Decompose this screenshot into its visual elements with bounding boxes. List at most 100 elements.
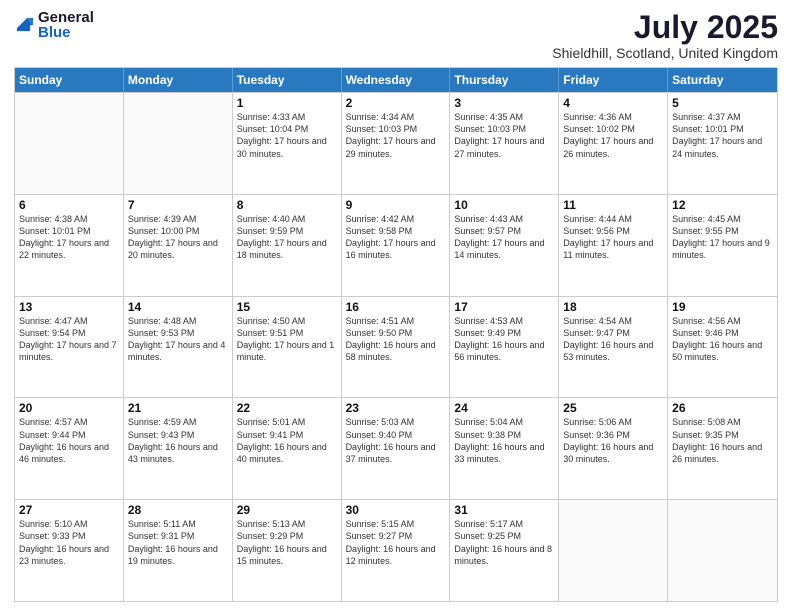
day-number: 23 [346,401,446,415]
calendar-day-13: 13Sunrise: 4:47 AM Sunset: 9:54 PM Dayli… [15,297,124,398]
calendar-day-31: 31Sunrise: 5:17 AM Sunset: 9:25 PM Dayli… [450,500,559,601]
calendar-body: 1Sunrise: 4:33 AM Sunset: 10:04 PM Dayli… [15,92,777,601]
day-number: 3 [454,96,554,110]
day-info: Sunrise: 4:40 AM Sunset: 9:59 PM Dayligh… [237,213,337,262]
day-info: Sunrise: 4:43 AM Sunset: 9:57 PM Dayligh… [454,213,554,262]
day-number: 24 [454,401,554,415]
calendar-day-11: 11Sunrise: 4:44 AM Sunset: 9:56 PM Dayli… [559,195,668,296]
calendar-day-14: 14Sunrise: 4:48 AM Sunset: 9:53 PM Dayli… [124,297,233,398]
day-number: 30 [346,503,446,517]
day-info: Sunrise: 4:50 AM Sunset: 9:51 PM Dayligh… [237,315,337,364]
logo-text: General Blue [38,10,94,40]
day-number: 5 [672,96,773,110]
calendar-day-7: 7Sunrise: 4:39 AM Sunset: 10:00 PM Dayli… [124,195,233,296]
calendar-day-17: 17Sunrise: 4:53 AM Sunset: 9:49 PM Dayli… [450,297,559,398]
calendar-day-29: 29Sunrise: 5:13 AM Sunset: 9:29 PM Dayli… [233,500,342,601]
day-header-monday: Monday [124,68,233,92]
calendar-day-9: 9Sunrise: 4:42 AM Sunset: 9:58 PM Daylig… [342,195,451,296]
calendar: SundayMondayTuesdayWednesdayThursdayFrid… [14,67,778,602]
calendar-week-5: 27Sunrise: 5:10 AM Sunset: 9:33 PM Dayli… [15,499,777,601]
day-number: 9 [346,198,446,212]
calendar-day-4: 4Sunrise: 4:36 AM Sunset: 10:02 PM Dayli… [559,93,668,194]
day-info: Sunrise: 4:39 AM Sunset: 10:00 PM Daylig… [128,213,228,262]
calendar-day-27: 27Sunrise: 5:10 AM Sunset: 9:33 PM Dayli… [15,500,124,601]
day-number: 12 [672,198,773,212]
day-header-sunday: Sunday [15,68,124,92]
calendar-day-22: 22Sunrise: 5:01 AM Sunset: 9:41 PM Dayli… [233,398,342,499]
calendar-week-3: 13Sunrise: 4:47 AM Sunset: 9:54 PM Dayli… [15,296,777,398]
day-header-thursday: Thursday [450,68,559,92]
calendar-day-30: 30Sunrise: 5:15 AM Sunset: 9:27 PM Dayli… [342,500,451,601]
calendar-day-26: 26Sunrise: 5:08 AM Sunset: 9:35 PM Dayli… [668,398,777,499]
day-info: Sunrise: 4:34 AM Sunset: 10:03 PM Daylig… [346,111,446,160]
calendar-header: SundayMondayTuesdayWednesdayThursdayFrid… [15,68,777,92]
calendar-day-empty [668,500,777,601]
calendar-day-12: 12Sunrise: 4:45 AM Sunset: 9:55 PM Dayli… [668,195,777,296]
day-info: Sunrise: 4:44 AM Sunset: 9:56 PM Dayligh… [563,213,663,262]
day-info: Sunrise: 5:13 AM Sunset: 9:29 PM Dayligh… [237,518,337,567]
day-info: Sunrise: 5:11 AM Sunset: 9:31 PM Dayligh… [128,518,228,567]
calendar-day-21: 21Sunrise: 4:59 AM Sunset: 9:43 PM Dayli… [124,398,233,499]
day-info: Sunrise: 4:37 AM Sunset: 10:01 PM Daylig… [672,111,773,160]
day-number: 20 [19,401,119,415]
day-number: 17 [454,300,554,314]
logo-blue: Blue [38,25,94,40]
day-info: Sunrise: 5:08 AM Sunset: 9:35 PM Dayligh… [672,416,773,465]
calendar-week-4: 20Sunrise: 4:57 AM Sunset: 9:44 PM Dayli… [15,397,777,499]
day-number: 29 [237,503,337,517]
calendar-week-1: 1Sunrise: 4:33 AM Sunset: 10:04 PM Dayli… [15,92,777,194]
calendar-day-24: 24Sunrise: 5:04 AM Sunset: 9:38 PM Dayli… [450,398,559,499]
day-info: Sunrise: 4:42 AM Sunset: 9:58 PM Dayligh… [346,213,446,262]
header: General Blue July 2025 Shieldhill, Scotl… [14,10,778,61]
logo-icon [14,12,36,34]
calendar-week-2: 6Sunrise: 4:38 AM Sunset: 10:01 PM Dayli… [15,194,777,296]
day-info: Sunrise: 4:35 AM Sunset: 10:03 PM Daylig… [454,111,554,160]
calendar-day-25: 25Sunrise: 5:06 AM Sunset: 9:36 PM Dayli… [559,398,668,499]
calendar-day-empty [559,500,668,601]
calendar-day-1: 1Sunrise: 4:33 AM Sunset: 10:04 PM Dayli… [233,93,342,194]
day-number: 1 [237,96,337,110]
day-info: Sunrise: 4:33 AM Sunset: 10:04 PM Daylig… [237,111,337,160]
day-number: 13 [19,300,119,314]
day-header-friday: Friday [559,68,668,92]
day-info: Sunrise: 5:04 AM Sunset: 9:38 PM Dayligh… [454,416,554,465]
day-info: Sunrise: 5:10 AM Sunset: 9:33 PM Dayligh… [19,518,119,567]
day-info: Sunrise: 4:45 AM Sunset: 9:55 PM Dayligh… [672,213,773,262]
calendar-day-16: 16Sunrise: 4:51 AM Sunset: 9:50 PM Dayli… [342,297,451,398]
day-number: 18 [563,300,663,314]
day-info: Sunrise: 4:47 AM Sunset: 9:54 PM Dayligh… [19,315,119,364]
title-area: July 2025 Shieldhill, Scotland, United K… [552,10,778,61]
calendar-day-19: 19Sunrise: 4:56 AM Sunset: 9:46 PM Dayli… [668,297,777,398]
calendar-day-6: 6Sunrise: 4:38 AM Sunset: 10:01 PM Dayli… [15,195,124,296]
day-number: 21 [128,401,228,415]
location: Shieldhill, Scotland, United Kingdom [552,45,778,61]
calendar-day-2: 2Sunrise: 4:34 AM Sunset: 10:03 PM Dayli… [342,93,451,194]
day-info: Sunrise: 5:06 AM Sunset: 9:36 PM Dayligh… [563,416,663,465]
calendar-day-empty [15,93,124,194]
day-number: 22 [237,401,337,415]
day-number: 27 [19,503,119,517]
day-info: Sunrise: 5:03 AM Sunset: 9:40 PM Dayligh… [346,416,446,465]
day-number: 2 [346,96,446,110]
calendar-day-10: 10Sunrise: 4:43 AM Sunset: 9:57 PM Dayli… [450,195,559,296]
day-number: 28 [128,503,228,517]
day-info: Sunrise: 4:51 AM Sunset: 9:50 PM Dayligh… [346,315,446,364]
day-number: 10 [454,198,554,212]
day-header-tuesday: Tuesday [233,68,342,92]
day-number: 14 [128,300,228,314]
day-info: Sunrise: 4:36 AM Sunset: 10:02 PM Daylig… [563,111,663,160]
logo-general: General [38,10,94,25]
calendar-day-3: 3Sunrise: 4:35 AM Sunset: 10:03 PM Dayli… [450,93,559,194]
calendar-day-28: 28Sunrise: 5:11 AM Sunset: 9:31 PM Dayli… [124,500,233,601]
day-info: Sunrise: 4:56 AM Sunset: 9:46 PM Dayligh… [672,315,773,364]
calendar-day-8: 8Sunrise: 4:40 AM Sunset: 9:59 PM Daylig… [233,195,342,296]
page: General Blue July 2025 Shieldhill, Scotl… [0,0,792,612]
day-number: 6 [19,198,119,212]
calendar-day-15: 15Sunrise: 4:50 AM Sunset: 9:51 PM Dayli… [233,297,342,398]
day-number: 16 [346,300,446,314]
calendar-day-20: 20Sunrise: 4:57 AM Sunset: 9:44 PM Dayli… [15,398,124,499]
day-number: 19 [672,300,773,314]
day-number: 31 [454,503,554,517]
day-number: 11 [563,198,663,212]
month-title: July 2025 [552,10,778,45]
